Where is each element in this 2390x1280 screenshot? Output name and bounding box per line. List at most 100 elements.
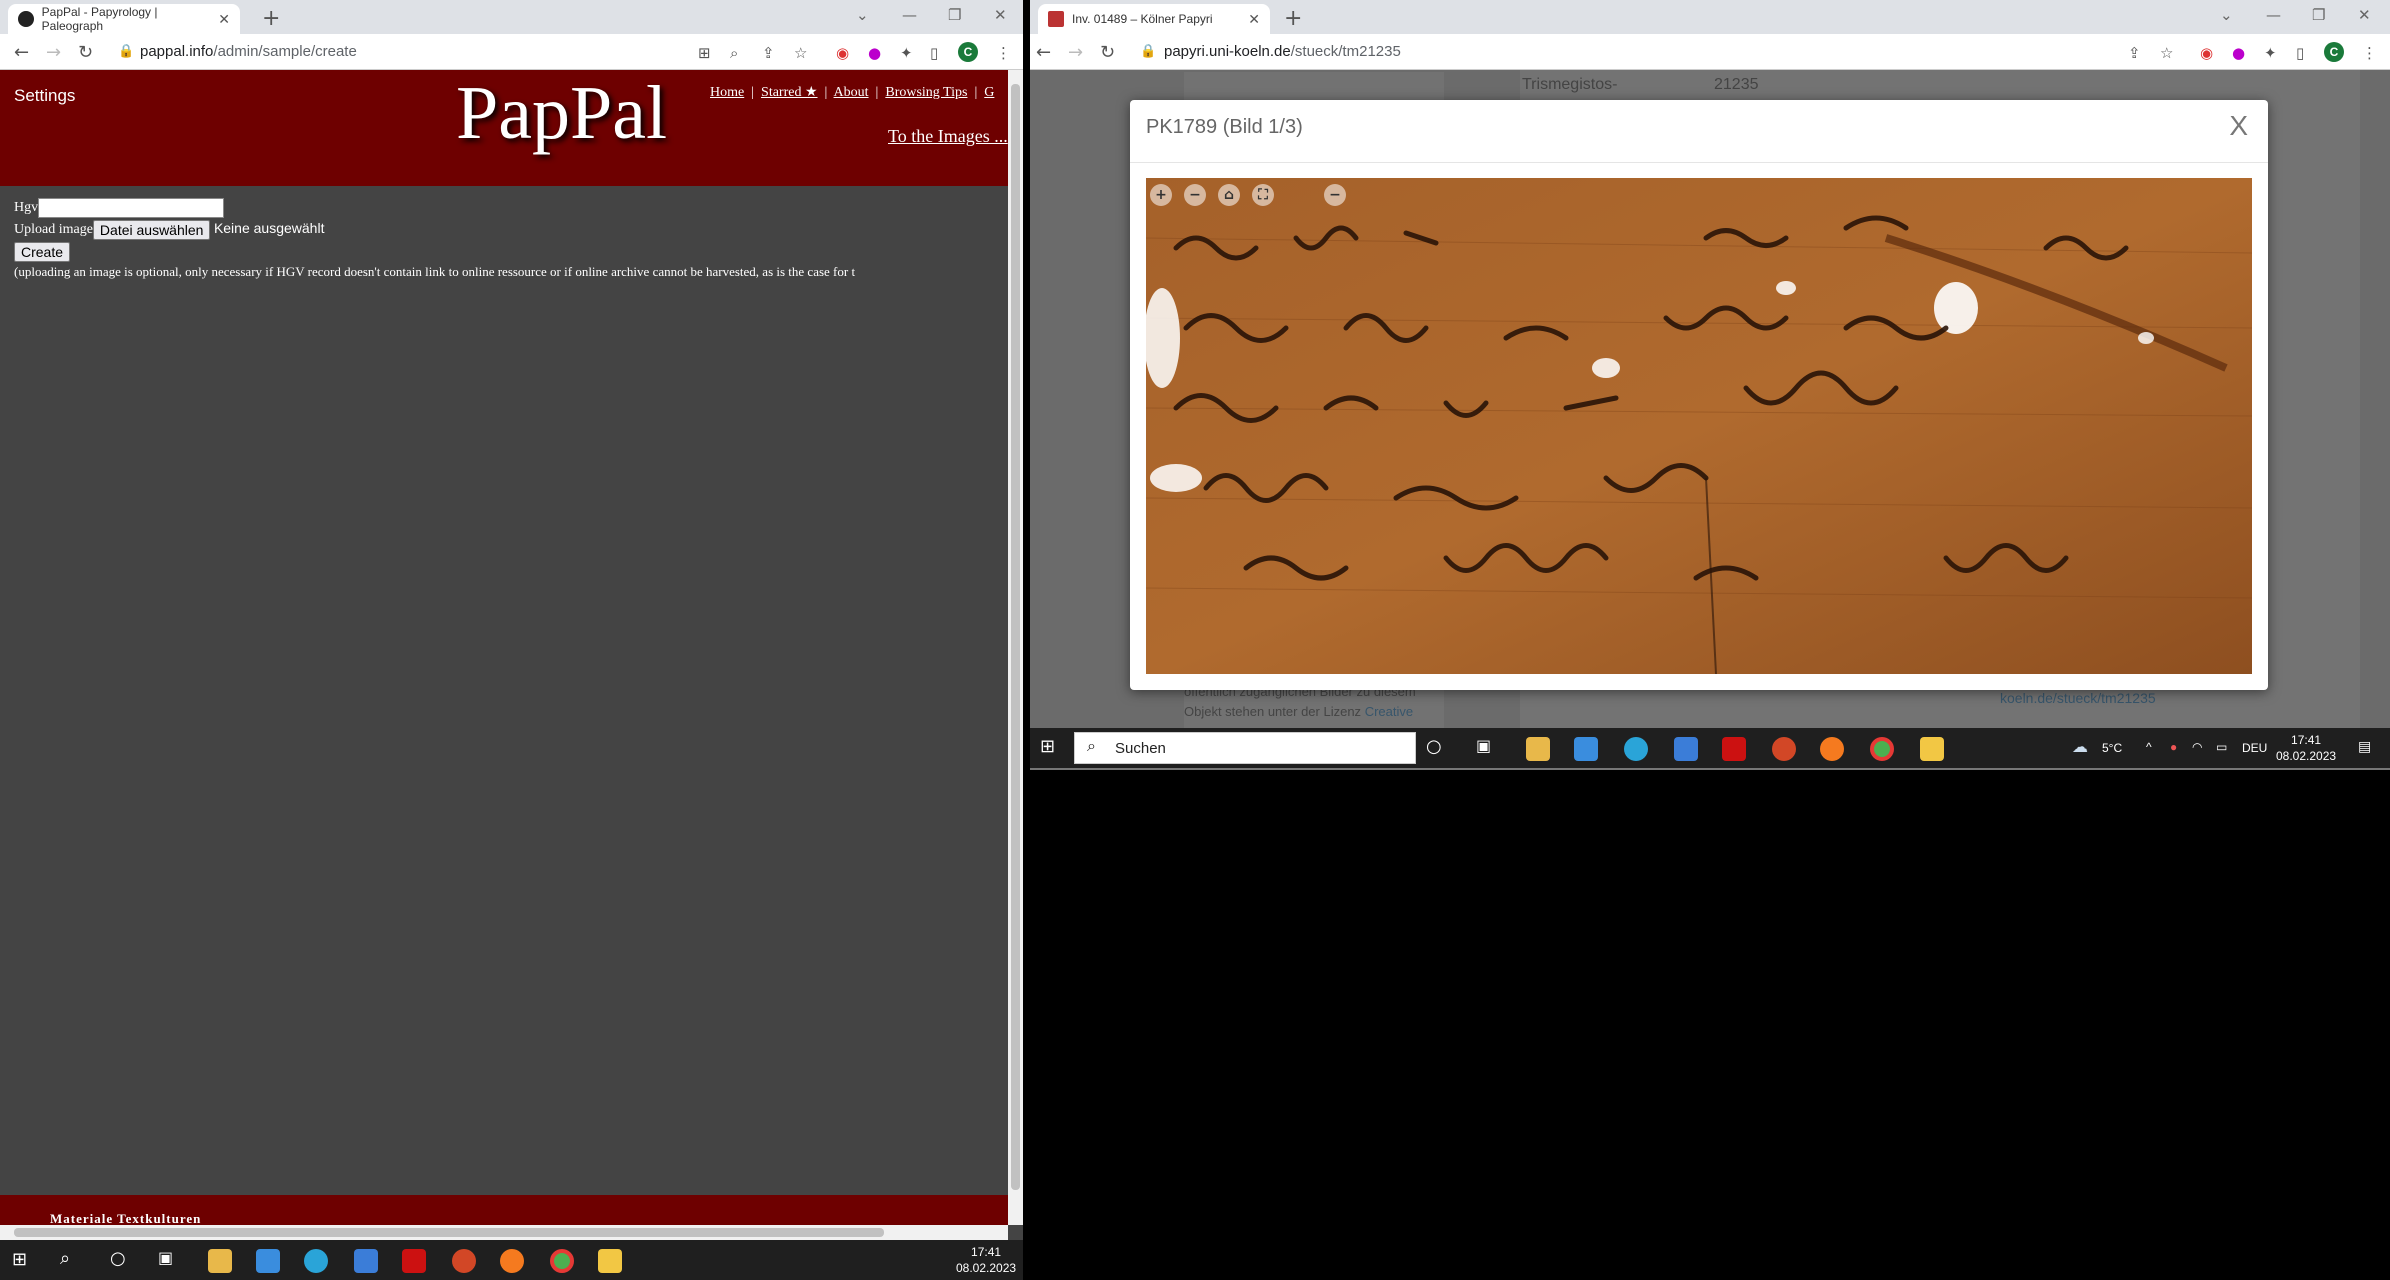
side-panel-icon[interactable]: ▯ <box>2296 44 2304 62</box>
firefox-icon[interactable] <box>500 1249 524 1273</box>
bookmark-star-icon[interactable]: ☆ <box>2160 44 2173 62</box>
minimize-icon[interactable]: — <box>902 6 917 24</box>
profile-avatar[interactable]: C <box>2324 42 2344 62</box>
zoom-in-icon[interactable]: + <box>1150 184 1172 206</box>
share-icon[interactable]: ⇪ <box>2128 44 2141 62</box>
creative-link[interactable]: Creative <box>1365 704 1413 719</box>
start-icon[interactable]: ⊞ <box>1040 736 1064 760</box>
restore-icon[interactable]: ❐ <box>2312 6 2325 24</box>
app-icon[interactable] <box>1920 737 1944 761</box>
mail-icon[interactable] <box>1674 737 1698 761</box>
scroll-thumb-h[interactable] <box>14 1228 884 1237</box>
reload-icon[interactable]: ↻ <box>78 42 93 63</box>
weather-temp[interactable]: 5°C <box>2102 740 2122 756</box>
tray-app-icon[interactable]: ● <box>2170 739 2177 755</box>
minimize-icon[interactable]: — <box>2266 6 2281 24</box>
choose-file-button[interactable]: Datei auswählen <box>92 220 211 240</box>
nav-about[interactable]: About <box>834 85 869 100</box>
language-indicator[interactable]: DEU <box>2242 740 2267 756</box>
clock-right[interactable]: 17:41 08.02.2023 <box>2276 732 2336 764</box>
bookmark-star-icon[interactable]: ☆ <box>794 44 807 62</box>
extension-ub-icon[interactable]: ● <box>2232 44 2245 62</box>
nav-browsing-tips[interactable]: Browsing Tips <box>885 85 967 100</box>
close-tab-icon[interactable]: ✕ <box>218 11 230 28</box>
menu-icon[interactable]: ⋮ <box>996 44 1011 62</box>
wifi-icon[interactable]: ◠ <box>2192 739 2202 755</box>
restore-icon[interactable]: ❐ <box>948 6 961 24</box>
edge-icon[interactable] <box>1624 737 1648 761</box>
forward-icon[interactable]: → <box>1068 42 1083 63</box>
settings-link[interactable]: Settings <box>14 86 75 106</box>
modal-close-button[interactable]: X <box>2229 110 2248 142</box>
file-explorer-icon[interactable] <box>1526 737 1550 761</box>
weather-icon[interactable]: ☁ <box>2072 737 2096 761</box>
cortana-icon[interactable]: ○ <box>1426 736 1450 760</box>
url-field-right[interactable]: papyri.uni-koeln.de/stueck/tm21235 <box>1164 43 1401 60</box>
papyrus-image[interactable]: + − ⌂ ⛶ − <box>1146 178 2252 674</box>
url-field[interactable]: pappal.info/admin/sample/create <box>140 43 357 60</box>
mail-icon[interactable] <box>354 1249 378 1273</box>
back-icon[interactable]: ← <box>14 42 29 63</box>
close-window-icon[interactable]: ✕ <box>994 6 1007 24</box>
task-view-icon[interactable]: ▣ <box>158 1248 182 1272</box>
vertical-scrollbar[interactable] <box>1008 70 1023 1225</box>
tray-chevron-icon[interactable]: ^ <box>2146 739 2152 755</box>
profile-avatar[interactable]: C <box>958 42 978 62</box>
powerpoint-icon[interactable] <box>1772 737 1796 761</box>
close-tab-icon[interactable]: ✕ <box>1248 11 1260 28</box>
back-icon[interactable]: ← <box>1036 42 1051 63</box>
new-tab-icon[interactable]: + <box>1284 6 1302 31</box>
menu-icon[interactable]: ⋮ <box>2362 44 2377 62</box>
edge-icon[interactable] <box>304 1249 328 1273</box>
share-icon[interactable]: ⇪ <box>762 44 775 62</box>
close-window-icon[interactable]: ✕ <box>2358 6 2371 24</box>
extensions-puzzle-icon[interactable]: ✦ <box>900 44 913 62</box>
side-panel-icon[interactable]: ▯ <box>930 44 938 62</box>
store-icon[interactable] <box>1574 737 1598 761</box>
nav-home[interactable]: Home <box>710 85 744 100</box>
extensions-puzzle-icon[interactable]: ✦ <box>2264 44 2277 62</box>
search-icon[interactable]: ⌕ <box>60 1248 84 1272</box>
zoom-out-icon[interactable]: − <box>1184 184 1206 206</box>
task-view-icon[interactable]: ▣ <box>1476 736 1500 760</box>
tab-search-icon[interactable]: ⌄ <box>856 6 869 24</box>
translate-icon[interactable]: ⊞ <box>698 44 711 62</box>
to-images-link[interactable]: To the Images ... <box>888 126 1008 147</box>
acrobat-icon[interactable] <box>1722 737 1746 761</box>
home-icon[interactable]: ⌂ <box>1218 184 1240 206</box>
stable-link[interactable]: koeln.de/stueck/tm21235 <box>2000 690 2156 706</box>
clock[interactable]: 17:41 08.02.2023 <box>956 1244 1016 1276</box>
fullscreen-icon[interactable]: ⛶ <box>1252 184 1274 206</box>
nav-more[interactable]: G <box>984 85 994 100</box>
tab-pappal[interactable]: PapPal - Papyrology | Paleograph ✕ <box>8 4 240 34</box>
reload-icon[interactable]: ↻ <box>1100 42 1115 63</box>
battery-icon[interactable]: ▭ <box>2216 739 2227 755</box>
taskbar-search-box[interactable]: ⌕ Suchen <box>1074 732 1416 764</box>
zoom-icon[interactable]: ⌕ <box>730 44 738 62</box>
tab-search-icon[interactable]: ⌄ <box>2220 6 2233 24</box>
pappal-logo[interactable]: PapPal <box>456 70 667 157</box>
cortana-icon[interactable]: ○ <box>110 1248 134 1272</box>
app-icon[interactable] <box>598 1249 622 1273</box>
nav-starred[interactable]: Starred ★ <box>761 85 817 100</box>
create-button[interactable]: Create <box>14 242 71 262</box>
extension-shield-icon[interactable]: ◉ <box>836 44 849 62</box>
forward-icon[interactable]: → <box>46 42 61 63</box>
extension-shield-icon[interactable]: ◉ <box>2200 44 2213 62</box>
powerpoint-icon[interactable] <box>452 1249 476 1273</box>
tab-koeln[interactable]: Inv. 01489 – Kölner Papyri ✕ <box>1038 4 1270 34</box>
chrome-icon[interactable] <box>550 1249 574 1273</box>
horizontal-scrollbar[interactable] <box>0 1225 1008 1240</box>
hgv-input[interactable] <box>38 198 225 218</box>
start-icon[interactable]: ⊞ <box>12 1249 36 1273</box>
acrobat-icon[interactable] <box>402 1249 426 1273</box>
new-tab-icon[interactable]: + <box>262 6 280 31</box>
file-explorer-icon[interactable] <box>208 1249 232 1273</box>
scroll-thumb[interactable] <box>1011 84 1020 1190</box>
chrome-icon[interactable] <box>1870 737 1894 761</box>
firefox-icon[interactable] <box>1820 737 1844 761</box>
store-icon[interactable] <box>256 1249 280 1273</box>
notifications-icon[interactable]: ▤ <box>2358 738 2371 754</box>
rotate-icon[interactable]: − <box>1324 184 1346 206</box>
extension-ub-icon[interactable]: ● <box>868 44 881 62</box>
